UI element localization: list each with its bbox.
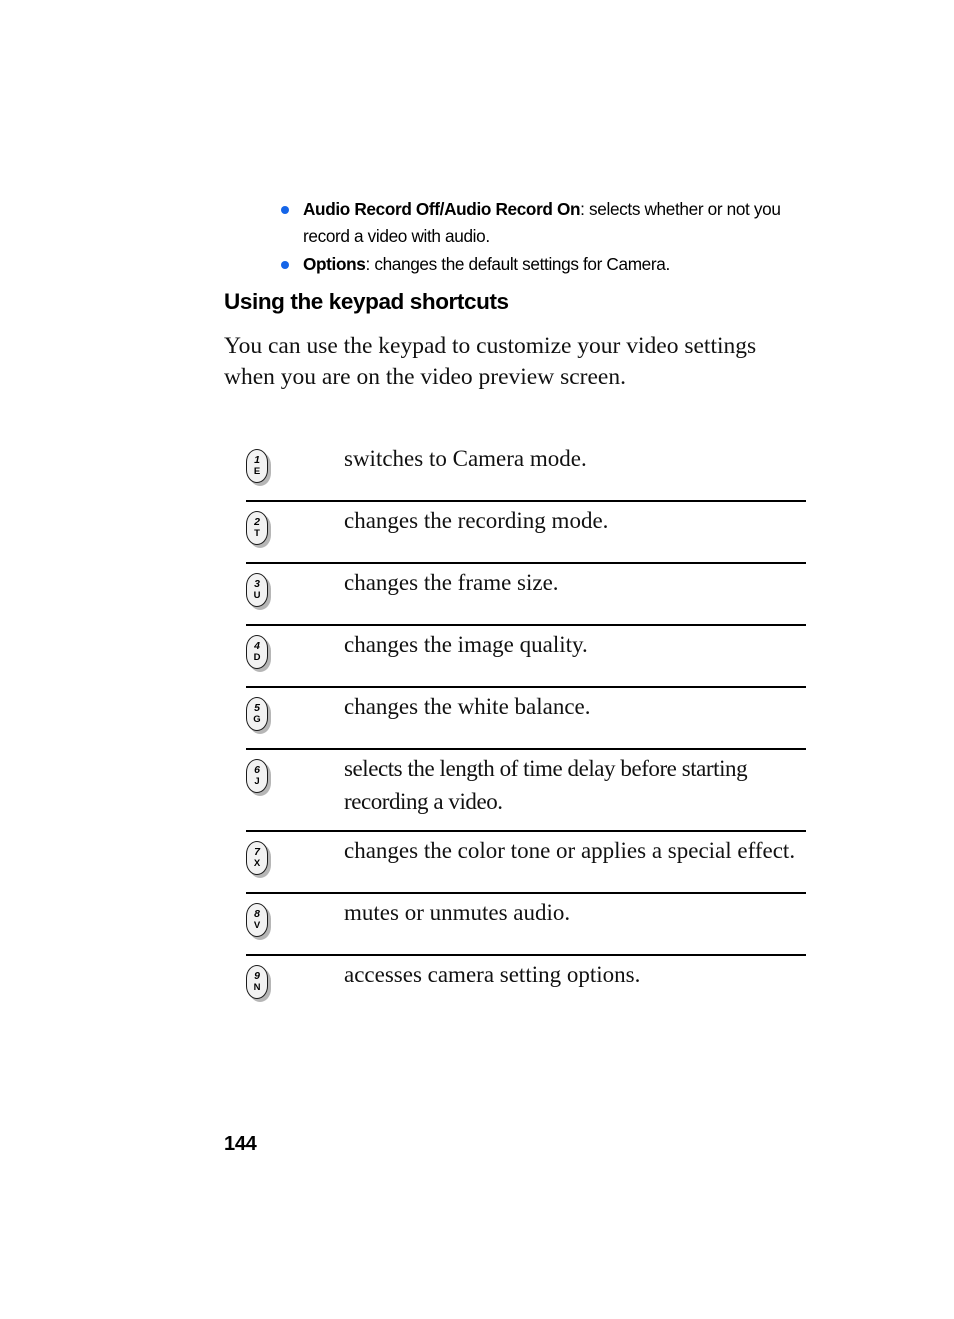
table-row: 5 G changes the white balance. — [246, 688, 806, 750]
bullet-dot-icon — [281, 206, 289, 214]
table-row: 2 T changes the recording mode. — [246, 502, 806, 564]
manual-page: Audio Record Off/Audio Record On: select… — [0, 0, 954, 1319]
shortcut-description: changes the recording mode. — [344, 508, 609, 533]
keycap-body: 4 D — [246, 635, 268, 669]
keycap-letter: T — [254, 527, 260, 539]
keycap-number: 4 — [254, 639, 260, 652]
keypad-key-icon: 6 J — [246, 759, 271, 796]
keypad-key-icon: 3 U — [246, 573, 271, 610]
shortcut-description: accesses camera setting options. — [344, 962, 641, 987]
keypad-key-icon: 4 D — [246, 635, 271, 672]
shortcut-description: selects the length of time delay before … — [344, 756, 748, 814]
table-row: 3 U changes the frame size. — [246, 564, 806, 626]
intro-paragraph: You can use the keypad to customize your… — [224, 333, 757, 390]
table-row: 9 N accesses camera setting options. — [246, 956, 806, 1018]
table-row: 4 D changes the image quality. — [246, 626, 806, 688]
page-title: Using the keypad shortcuts — [224, 289, 509, 314]
shortcut-description: mutes or unmutes audio. — [344, 900, 571, 925]
table-row: 6 J selects the length of time delay bef… — [246, 750, 806, 832]
keycap-number: 5 — [254, 701, 260, 714]
keycap-letter: U — [253, 589, 261, 601]
shortcut-description: changes the frame size. — [344, 570, 559, 595]
bullet-description: : changes the default settings for Camer… — [365, 254, 670, 274]
bullet-dot-icon — [281, 261, 289, 269]
table-row: 1 E switches to Camera mode. — [246, 440, 806, 502]
keycap-body: 8 V — [246, 903, 268, 937]
keypad-shortcuts-table: 1 E switches to Camera mode. 2 T changes… — [246, 440, 806, 1018]
shortcut-description: changes the white balance. — [344, 694, 591, 719]
keycap-letter: J — [254, 775, 260, 787]
table-row: 8 V mutes or unmutes audio. — [246, 894, 806, 956]
key-cell: 4 D — [246, 626, 344, 672]
keypad-key-icon: 5 G — [246, 697, 271, 734]
keycap-body: 7 X — [246, 841, 268, 875]
keycap-letter: G — [253, 713, 261, 725]
shortcut-description: changes the color tone or applies a spec… — [344, 838, 796, 863]
list-item: Audio Record Off/Audio Record On: select… — [277, 196, 807, 250]
keycap-body: 2 T — [246, 511, 268, 545]
keycap-number: 6 — [254, 763, 260, 776]
keypad-key-icon: 9 N — [246, 965, 271, 1002]
keycap-body: 5 G — [246, 697, 268, 731]
keypad-key-icon: 1 E — [246, 449, 271, 486]
key-cell: 5 G — [246, 688, 344, 734]
key-cell: 8 V — [246, 894, 344, 940]
keycap-number: 8 — [254, 907, 260, 920]
keycap-letter: E — [253, 465, 261, 477]
key-cell: 7 X — [246, 832, 344, 878]
bullet-term: Options — [303, 254, 366, 274]
keycap-letter: X — [253, 857, 261, 869]
keycap-number: 2 — [254, 515, 260, 528]
list-item: Options: changes the default settings fo… — [277, 251, 807, 278]
keycap-body: 3 U — [246, 573, 268, 607]
keypad-key-icon: 2 T — [246, 511, 271, 548]
keycap-body: 9 N — [246, 965, 268, 999]
keycap-number: 9 — [254, 969, 260, 982]
keypad-key-icon: 8 V — [246, 903, 271, 940]
key-cell: 2 T — [246, 502, 344, 548]
key-cell: 6 J — [246, 750, 344, 796]
key-cell: 9 N — [246, 956, 344, 1002]
keycap-letter: V — [253, 919, 261, 931]
keycap-letter: D — [253, 651, 261, 663]
keycap-number: 3 — [254, 577, 260, 590]
key-cell: 1 E — [246, 440, 344, 486]
table-row: 7 X changes the color tone or applies a … — [246, 832, 806, 894]
shortcut-description: changes the image quality. — [344, 632, 588, 657]
keycap-letter: N — [253, 981, 261, 993]
shortcut-description: switches to Camera mode. — [344, 446, 587, 471]
keycap-body: 1 E — [246, 449, 268, 483]
keycap-number: 1 — [254, 453, 260, 466]
keycap-number: 7 — [254, 845, 260, 858]
keycap-body: 6 J — [246, 759, 268, 793]
bullet-term: Audio Record Off/Audio Record On — [303, 199, 581, 219]
feature-bullet-list: Audio Record Off/Audio Record On: select… — [277, 196, 807, 278]
keypad-key-icon: 7 X — [246, 841, 271, 878]
page-number: 144 — [224, 1133, 257, 1155]
key-cell: 3 U — [246, 564, 344, 610]
